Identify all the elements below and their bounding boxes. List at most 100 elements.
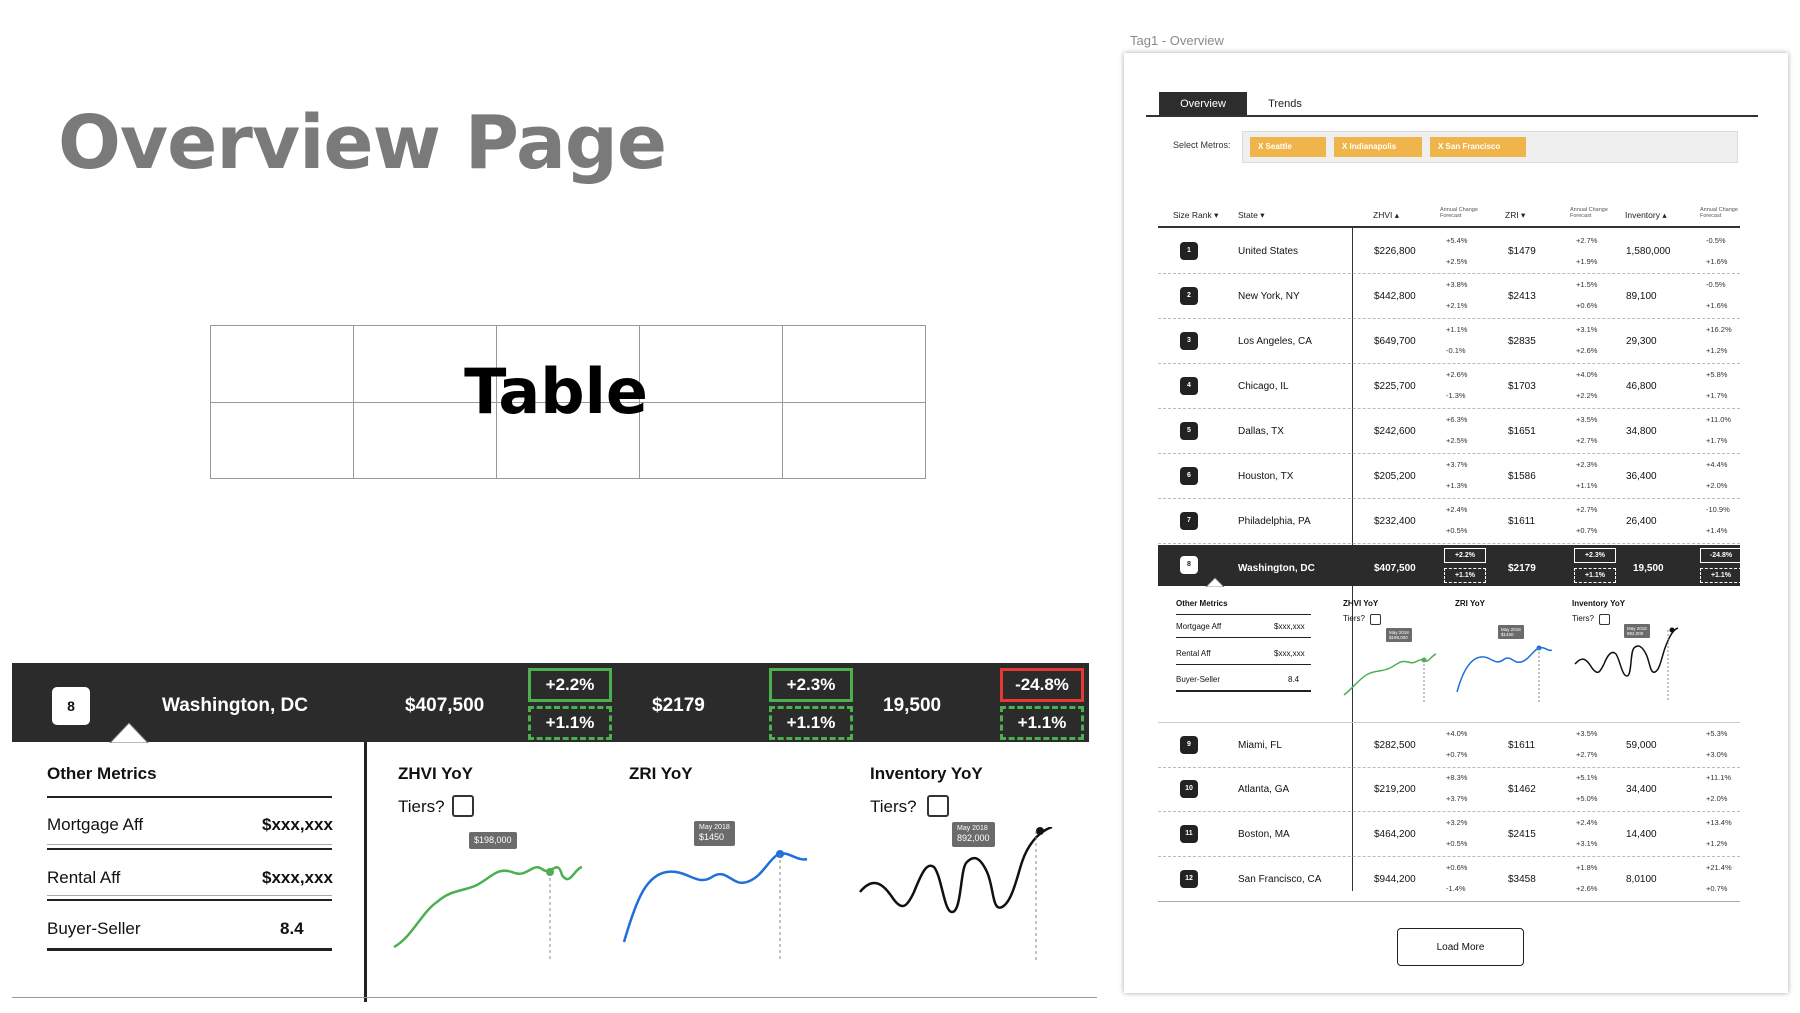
zhvi-forecast: +0.5%	[1446, 526, 1468, 535]
inventory-value: 19,500	[883, 695, 942, 716]
rank-badge: 5	[1180, 422, 1198, 440]
header-inventory[interactable]: Inventory ▴	[1625, 210, 1667, 221]
divider	[1176, 664, 1311, 665]
inventory-value: 1,580,000	[1626, 246, 1671, 257]
zri-forecast: +2.6%	[1576, 346, 1598, 355]
zri-value: $3458	[1508, 874, 1536, 885]
rank-badge: 4	[1180, 377, 1198, 395]
metro-name: Miami, FL	[1238, 740, 1282, 751]
metro-detail-panel: Other Metrics Mortgage Aff $xxx,xxx Rent…	[12, 742, 1097, 1002]
table-row[interactable]: 9 Miami, FL $282,500 +4.0% +0.7% $1611 +…	[1158, 722, 1740, 768]
table-row[interactable]: 11 Boston, MA $464,200 +3.2% +0.5% $2415…	[1158, 812, 1740, 857]
vertical-divider	[364, 742, 367, 1002]
tiers-checkbox[interactable]	[452, 795, 474, 817]
zri-forecast: +1.1%	[769, 706, 853, 740]
metro-chip-san-francisco[interactable]: X San Francisco	[1430, 137, 1526, 157]
zri-forecast: +1.1%	[1574, 568, 1616, 583]
inventory-forecast: +2.0%	[1706, 481, 1728, 490]
table-row[interactable]: 1 United States $226,800 +5.4% +2.5% $14…	[1158, 230, 1740, 274]
table-row-selected[interactable]: 8 Washington, DC $407,500 +2.2% +1.1% $2…	[1158, 545, 1742, 586]
zhvi-yoy-title: ZHVI YoY	[398, 764, 473, 783]
zri-value: $1611	[1508, 516, 1536, 527]
metric-label: Rental Aff	[47, 868, 121, 887]
table-row[interactable]: 5 Dallas, TX $242,600 +6.3% +2.5% $1651 …	[1158, 409, 1740, 454]
table-row[interactable]: 4 Chicago, IL $225,700 +2.6% -1.3% $1703…	[1158, 364, 1740, 409]
metro-name: Philadelphia, PA	[1238, 516, 1311, 527]
other-metrics-title: Other Metrics	[1176, 599, 1228, 608]
tiers-checkbox[interactable]	[1599, 614, 1610, 625]
tab-overview[interactable]: Overview	[1159, 92, 1247, 116]
zri-tooltip-date: May 2018	[699, 824, 730, 831]
zhvi-value: $944,200	[1374, 874, 1416, 885]
header-forecast-label: Forecast	[1570, 213, 1592, 219]
zri-value: $2835	[1508, 336, 1536, 347]
zhvi-tooltip: $198,000	[469, 832, 517, 849]
inventory-forecast: +1.1%	[1700, 568, 1742, 583]
zri-forecast: +0.7%	[1576, 526, 1598, 535]
zri-value: $1611	[1508, 740, 1536, 751]
divider	[47, 848, 332, 850]
zhvi-annual-change: +1.1%	[1446, 325, 1468, 334]
table-row[interactable]: 7 Philadelphia, PA $232,400 +2.4% +0.5% …	[1158, 499, 1740, 544]
rank-badge: 6	[1180, 467, 1198, 485]
inventory-value: 19,500	[1633, 563, 1664, 574]
zhvi-forecast: +1.3%	[1446, 481, 1468, 490]
tab-underline	[1146, 115, 1758, 117]
frame-title: Tag1 - Overview	[1130, 33, 1224, 48]
table-row[interactable]: 6 Houston, TX $205,200 +3.7% +1.3% $1586…	[1158, 454, 1740, 499]
divider	[47, 844, 332, 845]
zri-forecast: +2.7%	[1576, 750, 1598, 759]
zri-forecast: +2.2%	[1576, 391, 1598, 400]
divider	[1176, 690, 1311, 692]
table-row[interactable]: 2 New York, NY $442,800 +3.8% +2.1% $241…	[1158, 274, 1740, 319]
metro-chip-indianapolis[interactable]: X Indianapolis	[1334, 137, 1422, 157]
zri-annual-change: +3.1%	[1576, 325, 1598, 334]
inventory-annual-change: +4.4%	[1706, 460, 1728, 469]
header-annual-change: Annual Change Forecast	[1570, 207, 1608, 219]
tiers-label: Tiers?	[398, 797, 445, 816]
tiers-checkbox[interactable]	[1370, 614, 1381, 625]
zhvi-forecast: +0.5%	[1446, 839, 1468, 848]
rank-badge: 9	[1180, 736, 1198, 754]
load-more-button[interactable]: Load More	[1397, 928, 1524, 966]
inventory-value: 36,400	[1626, 471, 1657, 482]
metro-detail-mini: Other Metrics Mortgage Aff $xxx,xxx Rent…	[1158, 586, 1740, 722]
tab-trends[interactable]: Trends	[1250, 92, 1320, 116]
zri-tooltip: May 2018 $1450	[1498, 625, 1524, 639]
table-row[interactable]: 12 San Francisco, CA $944,200 +0.6% -1.4…	[1158, 857, 1740, 902]
inventory-annual-change: +11.1%	[1706, 773, 1732, 782]
rank-badge: 2	[1180, 287, 1198, 305]
zri-tooltip-value: $1450	[699, 832, 725, 843]
select-metros-label: Select Metros:	[1173, 140, 1231, 150]
header-zhvi[interactable]: ZHVI ▴	[1373, 210, 1399, 221]
header-state[interactable]: State ▾	[1238, 210, 1264, 221]
inventory-tooltip: May 2018 892,000	[952, 822, 995, 848]
metric-label: Buyer-Seller	[1176, 675, 1221, 684]
metro-chip-seattle[interactable]: X Seattle	[1250, 137, 1326, 157]
zhvi-tooltip: May 2018 $198,000	[1386, 628, 1412, 642]
header-size-rank[interactable]: Size Rank ▾	[1173, 210, 1218, 221]
table-row[interactable]: 3 Los Angeles, CA $649,700 +1.1% -0.1% $…	[1158, 319, 1740, 364]
zri-value: $2415	[1508, 829, 1536, 840]
tiers-label: Tiers?	[1572, 614, 1594, 623]
table-row[interactable]: 10 Atlanta, GA $219,200 +8.3% +3.7% $146…	[1158, 767, 1740, 812]
zri-value: $1462	[1508, 784, 1536, 795]
zri-value: $2179	[652, 695, 705, 716]
zri-value: $1586	[1508, 471, 1536, 482]
zhvi-forecast: -1.3%	[1446, 391, 1466, 400]
rank-badge: 1	[1180, 242, 1198, 260]
header-zri[interactable]: ZRI ▾	[1505, 210, 1525, 221]
metric-value: $xxx,xxx	[262, 868, 333, 887]
tiers-checkbox[interactable]	[927, 795, 949, 817]
inventory-annual-change: +13.4%	[1706, 818, 1732, 827]
inventory-value: 89,100	[1626, 291, 1657, 302]
selected-metro-row[interactable]: 8 Washington, DC $407,500 +2.2% +1.1% $2…	[12, 663, 1089, 742]
metro-name: New York, NY	[1238, 291, 1300, 302]
inventory-yoy-title: Inventory YoY	[1572, 599, 1626, 608]
zri-tooltip: May 2018 $1450	[694, 821, 735, 847]
inventory-annual-change: -24.8%	[1000, 668, 1084, 702]
zri-forecast: +5.0%	[1576, 794, 1598, 803]
bottom-divider	[12, 997, 1097, 998]
zri-sparkline	[622, 850, 808, 962]
page-title: Overview Page	[58, 100, 667, 186]
